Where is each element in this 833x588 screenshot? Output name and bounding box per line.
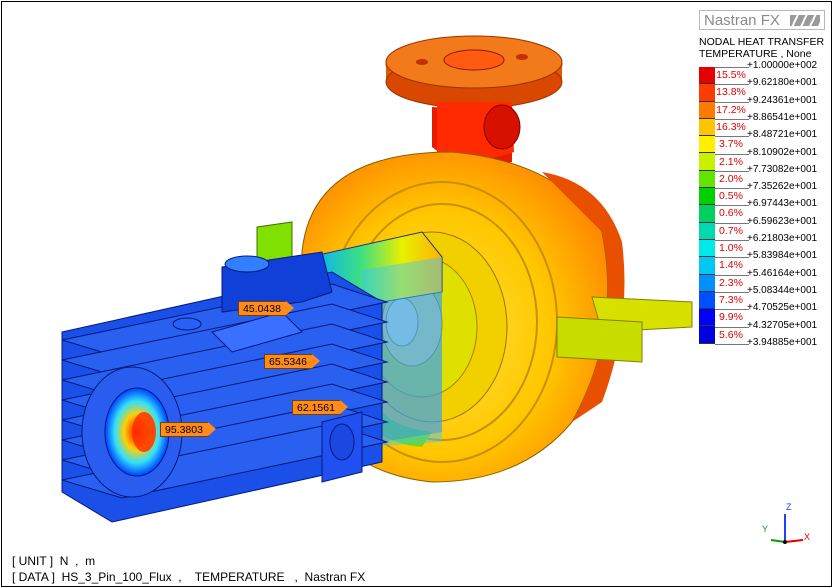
legend-value: +4.70525e+001 [747, 302, 818, 314]
probe-label[interactable]: 95.3803 [160, 422, 216, 437]
legend-tick [715, 205, 749, 207]
legend-percent: 1.4% [719, 259, 743, 272]
legend-color-segment [699, 326, 715, 344]
legend-color-segment [699, 67, 715, 85]
legend-color-segment [699, 222, 715, 240]
legend-color-segment [699, 136, 715, 154]
legend-tick [715, 84, 749, 86]
legend-color-bar [699, 67, 715, 344]
viewport-frame[interactable]: Nastran FX NODAL HEAT TRANSFER TEMPERATU… [1, 1, 832, 587]
legend-value: +8.10902e+001 [747, 146, 818, 158]
probe-label[interactable]: 62.1561 [292, 400, 348, 415]
legend-percent: 2.0% [719, 172, 743, 185]
legend-color-segment [699, 274, 715, 292]
legend-color-segment [699, 205, 715, 223]
legend-percent: 5.6% [719, 328, 743, 341]
legend-value: +3.94885e+001 [747, 336, 818, 348]
legend-color-segment [699, 309, 715, 327]
probe-label[interactable]: 65.5346 [264, 354, 320, 369]
data-info: [ DATA ] HS_3_Pin_100_Flux , TEMPERATURE… [12, 570, 366, 584]
axis-x-label: X [804, 532, 811, 542]
legend-value: +6.97443e+001 [747, 198, 818, 210]
legend-percent: 15.5% [716, 69, 746, 81]
legend-value: +5.46164e+001 [747, 267, 818, 279]
brand-text: Nastran FX [704, 12, 780, 29]
unit-info: [ UNIT ] N , m [12, 554, 96, 568]
legend-tick [715, 136, 749, 138]
legend-percent: 7.3% [719, 293, 743, 306]
legend-percent: 0.7% [719, 224, 743, 237]
legend-color-segment [699, 118, 715, 137]
legend-value: +9.62180e+001 [747, 77, 818, 89]
legend-percent: 3.7% [719, 138, 743, 151]
legend-tick [715, 257, 749, 259]
legend-percent: 0.5% [719, 190, 743, 203]
legend-value: +8.48721e+001 [747, 129, 818, 141]
legend-tick [715, 170, 749, 172]
legend-tick [715, 222, 749, 224]
legend-tick [715, 153, 749, 155]
legend-percent: 16.3% [716, 120, 746, 133]
legend-title-line1: NODAL HEAT TRANSFER [699, 36, 825, 48]
legend-color-segment [699, 153, 715, 171]
legend-color-segment [699, 257, 715, 275]
brand-logo: Nastran FX [699, 10, 825, 30]
legend-value: +1.00000e+002 [747, 60, 818, 71]
legend-title: NODAL HEAT TRANSFER TEMPERATURE , None [699, 36, 824, 60]
legend-color-segment [699, 84, 715, 102]
legend-value: +6.59623e+001 [747, 215, 818, 227]
legend-tick [715, 101, 749, 103]
legend-value: +7.35262e+001 [747, 181, 818, 193]
legend-value: +4.32705e+001 [747, 319, 818, 331]
probe-label[interactable]: 45.0438 [238, 301, 294, 316]
legend-color-segment [699, 188, 715, 206]
legend-tick [715, 67, 749, 68]
legend-tick [715, 326, 749, 328]
legend-value: +8.86541e+001 [747, 111, 818, 123]
legend-tick [715, 291, 749, 293]
axis-z-label: Z [786, 502, 792, 512]
legend-value: +7.73082e+001 [747, 163, 818, 175]
legend-color-segment [699, 170, 715, 189]
legend-percent: 1.0% [719, 242, 743, 254]
legend-color-segment [699, 101, 715, 119]
legend-color-segment [699, 239, 715, 258]
legend-color-segment [699, 291, 715, 310]
legend-value: +6.21803e+001 [747, 233, 818, 244]
inlet-flange [385, 35, 563, 165]
legend-title-line2: TEMPERATURE , None [699, 48, 812, 60]
axis-triad [770, 514, 804, 544]
legend-tick [715, 240, 749, 241]
legend-percent: 0.6% [719, 207, 743, 220]
legend-percent: 13.8% [716, 86, 746, 99]
legend-tick [715, 343, 749, 345]
brand-stripes-icon [790, 15, 820, 26]
legend-percent: 17.2% [716, 103, 746, 116]
legend-tick [715, 188, 749, 190]
legend-percent: 2.1% [719, 155, 743, 168]
legend-tick [715, 274, 749, 276]
legend-value: +9.24361e+001 [747, 94, 818, 106]
legend-value: +5.08344e+001 [747, 284, 818, 296]
legend-tick [715, 118, 749, 120]
legend-value: +5.83984e+001 [747, 250, 818, 262]
legend-tick [715, 309, 749, 311]
legend-percent: 2.3% [719, 276, 743, 289]
axis-y-label: Y [762, 524, 769, 534]
legend-percent: 9.9% [719, 311, 743, 324]
